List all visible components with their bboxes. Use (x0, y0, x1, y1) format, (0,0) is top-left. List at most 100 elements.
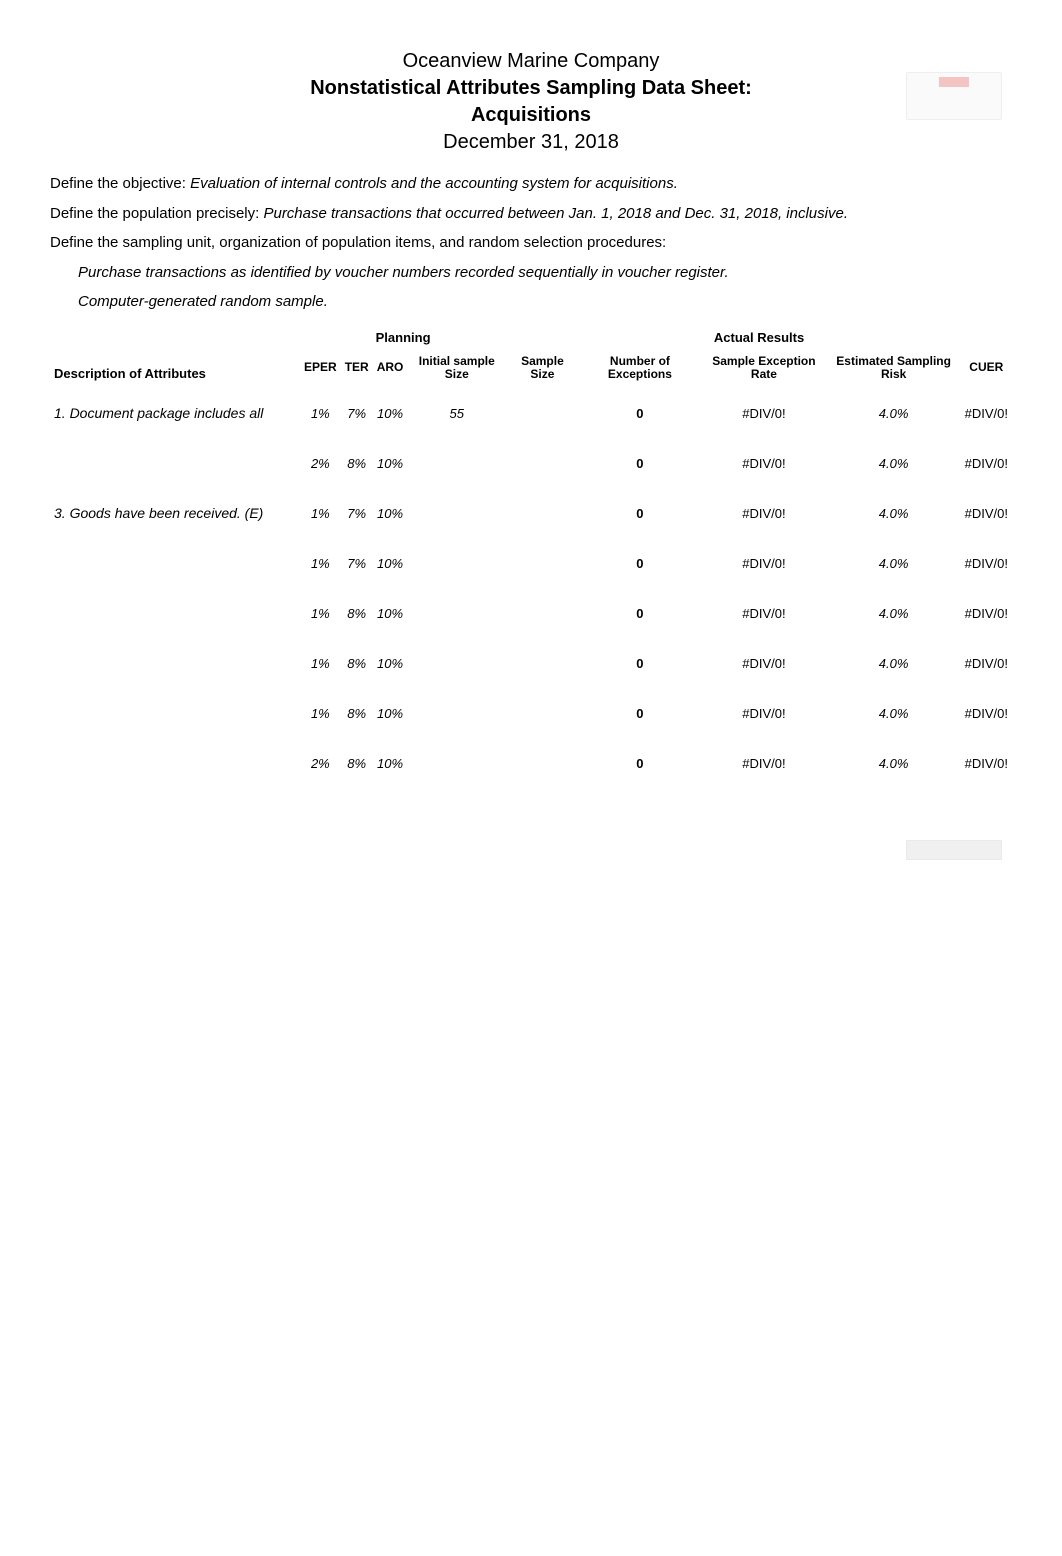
table-row: 2%8%10%0#DIV/0!4.0%#DIV/0! (50, 438, 1012, 488)
planning-header: Planning (300, 324, 506, 349)
cell-num-exceptions: 0 (579, 638, 702, 688)
cell-initial: 55 (407, 388, 506, 438)
attribute-description: 3. Goods have been received. (E) (50, 488, 300, 538)
cell-estimated-sampling-risk: 4.0% (827, 388, 961, 438)
objective-value: Evaluation of internal controls and the … (190, 175, 678, 192)
cell-ter: 8% (341, 738, 373, 788)
table-row: 1%7%10%0#DIV/0!4.0%#DIV/0! (50, 538, 1012, 588)
cell-estimated-sampling-risk: 4.0% (827, 688, 961, 738)
cell-estimated-sampling-risk: 4.0% (827, 638, 961, 688)
sampling-line-2: Computer-generated random sample. (78, 292, 1012, 312)
table-body: 1. Document package includes all1%7%10%5… (50, 388, 1012, 788)
actual-results-header: Actual Results (506, 324, 1012, 349)
document-title: Nonstatistical Attributes Sampling Data … (50, 77, 1012, 100)
cell-estimated-sampling-risk: 4.0% (827, 488, 961, 538)
col-sample-exception-rate: Sample Exception Rate (701, 349, 826, 389)
col-eper: EPER (300, 349, 341, 389)
cell-aro: 10% (373, 688, 408, 738)
cell-cuer: #DIV/0! (961, 738, 1012, 788)
cell-cuer: #DIV/0! (961, 438, 1012, 488)
cell-ter: 7% (341, 388, 373, 438)
document-header: Oceanview Marine Company Nonstatistical … (50, 50, 1012, 154)
attribute-description (50, 738, 300, 788)
cell-eper: 1% (300, 688, 341, 738)
col-ter: TER (341, 349, 373, 389)
cell-estimated-sampling-risk: 4.0% (827, 538, 961, 588)
population-value: Purchase transactions that occurred betw… (263, 205, 848, 222)
table-row: 1. Document package includes all1%7%10%5… (50, 388, 1012, 438)
cell-ter: 8% (341, 588, 373, 638)
cell-initial (407, 488, 506, 538)
cell-num-exceptions: 0 (579, 438, 702, 488)
cell-num-exceptions: 0 (579, 588, 702, 638)
col-cuer: CUER (961, 349, 1012, 389)
cell-aro: 10% (373, 488, 408, 538)
cell-num-exceptions: 0 (579, 738, 702, 788)
cell-eper: 2% (300, 438, 341, 488)
cell-sample-exception-rate: #DIV/0! (701, 588, 826, 638)
cell-sample-size (506, 488, 578, 538)
cell-cuer: #DIV/0! (961, 638, 1012, 688)
cell-ter: 8% (341, 438, 373, 488)
col-aro: ARO (373, 349, 408, 389)
cell-sample-size (506, 738, 578, 788)
cell-sample-size (506, 388, 578, 438)
table-row: 1%8%10%0#DIV/0!4.0%#DIV/0! (50, 688, 1012, 738)
population-label: Define the population precisely: (50, 205, 259, 222)
definitions-block: Define the objective: Evaluation of inte… (50, 174, 1012, 312)
cell-aro: 10% (373, 638, 408, 688)
cell-initial (407, 688, 506, 738)
attribute-description: 1. Document package includes all (50, 388, 300, 438)
document-subtitle: Acquisitions (50, 104, 1012, 127)
cell-sample-exception-rate: #DIV/0! (701, 688, 826, 738)
cell-sample-exception-rate: #DIV/0! (701, 738, 826, 788)
col-initial-sample-size: Initial sample Size (407, 349, 506, 389)
cell-initial (407, 538, 506, 588)
sampling-line-1: Purchase transactions as identified by v… (78, 263, 1012, 283)
cell-eper: 1% (300, 488, 341, 538)
attribute-description (50, 638, 300, 688)
table-row: 2%8%10%0#DIV/0!4.0%#DIV/0! (50, 738, 1012, 788)
cell-initial (407, 738, 506, 788)
cell-sample-exception-rate: #DIV/0! (701, 638, 826, 688)
cell-initial (407, 638, 506, 688)
table-row: 1%8%10%0#DIV/0!4.0%#DIV/0! (50, 588, 1012, 638)
table-row: 1%8%10%0#DIV/0!4.0%#DIV/0! (50, 638, 1012, 688)
col-description: Description of Attributes (50, 349, 300, 389)
cell-initial (407, 438, 506, 488)
cell-aro: 10% (373, 388, 408, 438)
company-name: Oceanview Marine Company (50, 50, 1012, 73)
cell-estimated-sampling-risk: 4.0% (827, 588, 961, 638)
cell-sample-size (506, 438, 578, 488)
cell-cuer: #DIV/0! (961, 538, 1012, 588)
cell-initial (407, 588, 506, 638)
objective-label: Define the objective: (50, 175, 186, 192)
attribute-description (50, 588, 300, 638)
col-number-exceptions: Number of Exceptions (579, 349, 702, 389)
cell-sample-size (506, 688, 578, 738)
cell-estimated-sampling-risk: 4.0% (827, 438, 961, 488)
cell-aro: 10% (373, 738, 408, 788)
cell-sample-exception-rate: #DIV/0! (701, 388, 826, 438)
cell-eper: 1% (300, 388, 341, 438)
cell-num-exceptions: 0 (579, 538, 702, 588)
attribute-description (50, 538, 300, 588)
cell-num-exceptions: 0 (579, 488, 702, 538)
cell-sample-exception-rate: #DIV/0! (701, 438, 826, 488)
watermark-badge (906, 72, 1002, 120)
attribute-description (50, 438, 300, 488)
cell-ter: 8% (341, 638, 373, 688)
cell-eper: 1% (300, 638, 341, 688)
cell-aro: 10% (373, 438, 408, 488)
col-sample-size: Sample Size (506, 349, 578, 389)
cell-cuer: #DIV/0! (961, 688, 1012, 738)
cell-eper: 1% (300, 588, 341, 638)
attribute-description (50, 688, 300, 738)
cell-ter: 7% (341, 488, 373, 538)
cell-sample-size (506, 588, 578, 638)
sampling-label: Define the sampling unit, organization o… (50, 234, 666, 251)
cell-eper: 1% (300, 538, 341, 588)
cell-num-exceptions: 0 (579, 688, 702, 738)
table-row: 3. Goods have been received. (E)1%7%10% 0… (50, 488, 1012, 538)
cell-sample-size (506, 538, 578, 588)
